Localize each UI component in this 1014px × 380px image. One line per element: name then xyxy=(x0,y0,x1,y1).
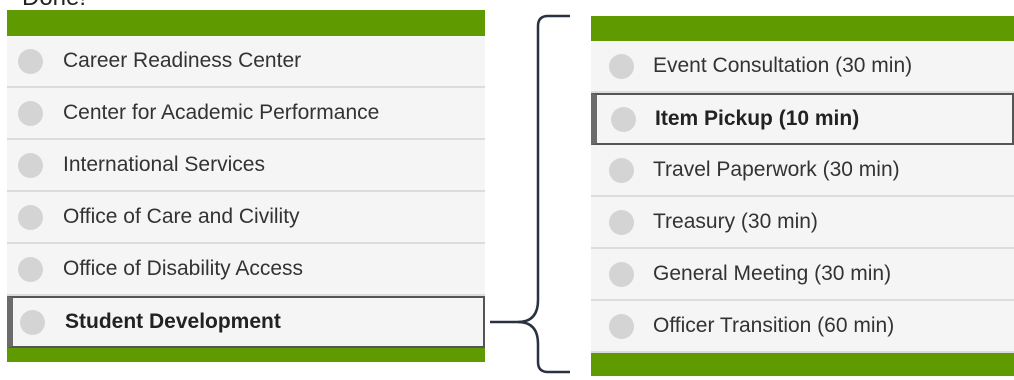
panel-footer-bar xyxy=(7,348,485,362)
service-item-item-pickup[interactable]: Item Pickup (10 min) xyxy=(591,93,1014,145)
radio-button[interactable] xyxy=(18,48,43,74)
radio-button[interactable] xyxy=(20,309,45,335)
department-item-center-for-academic-performance[interactable]: Center for Academic Performance xyxy=(7,88,485,140)
department-label: Center for Academic Performance xyxy=(63,101,380,124)
service-label: Travel Paperwork (30 min) xyxy=(653,158,900,181)
service-label: Officer Transition (60 min) xyxy=(653,314,895,337)
service-label: Item Pickup (10 min) xyxy=(655,107,860,130)
department-item-student-development[interactable]: Student Development xyxy=(7,296,485,348)
radio-button[interactable] xyxy=(609,313,634,339)
department-item-international-services[interactable]: International Services xyxy=(7,140,485,192)
radio-button[interactable] xyxy=(18,256,43,282)
department-label: Career Readiness Center xyxy=(63,49,302,72)
service-label: Event Consultation (30 min) xyxy=(653,54,913,77)
service-item-general-meeting[interactable]: General Meeting (30 min) xyxy=(591,249,1014,301)
department-label: Student Development xyxy=(65,310,281,333)
radio-button[interactable] xyxy=(18,100,43,126)
radio-button[interactable] xyxy=(609,53,634,79)
radio-button[interactable] xyxy=(609,157,634,183)
department-label: Office of Care and Civility xyxy=(63,205,300,228)
service-label: Treasury (30 min) xyxy=(653,210,818,233)
department-label: Office of Disability Access xyxy=(63,257,304,280)
radio-button[interactable] xyxy=(18,152,43,178)
department-label: International Services xyxy=(63,153,265,176)
bracket-connector xyxy=(490,14,570,374)
panel-footer-bar xyxy=(591,353,1014,376)
department-item-office-of-disability-access[interactable]: Office of Disability Access xyxy=(7,244,485,296)
panel-header-bar xyxy=(7,10,485,36)
service-list-panel: Event Consultation (30 min) Item Pickup … xyxy=(591,16,1014,380)
department-list-panel: Career Readiness Center Center for Acade… xyxy=(7,10,485,362)
department-item-office-of-care-and-civility[interactable]: Office of Care and Civility xyxy=(7,192,485,244)
radio-button[interactable] xyxy=(18,204,43,230)
radio-button[interactable] xyxy=(609,209,634,235)
department-item-career-readiness-center[interactable]: Career Readiness Center xyxy=(7,36,485,88)
radio-button[interactable] xyxy=(609,261,634,287)
service-item-officer-transition[interactable]: Officer Transition (60 min) xyxy=(591,301,1014,353)
service-item-event-consultation[interactable]: Event Consultation (30 min) xyxy=(591,41,1014,93)
radio-button[interactable] xyxy=(611,106,636,132)
service-label: General Meeting (30 min) xyxy=(653,262,892,285)
service-item-travel-paperwork[interactable]: Travel Paperwork (30 min) xyxy=(591,145,1014,197)
service-item-treasury[interactable]: Treasury (30 min) xyxy=(591,197,1014,249)
panel-header-bar xyxy=(591,16,1014,41)
